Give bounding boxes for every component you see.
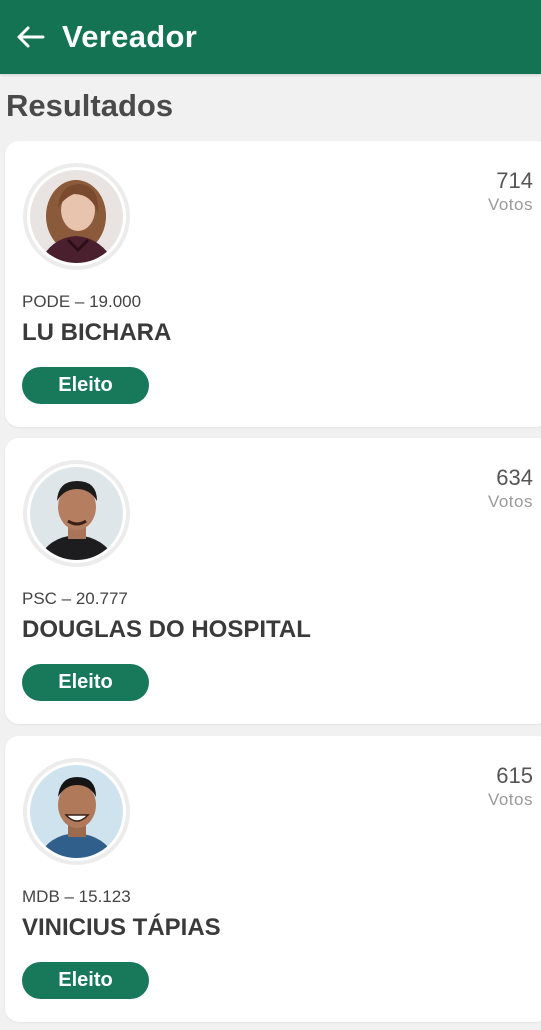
candidate-name: DOUGLAS DO HOSPITAL xyxy=(22,616,311,643)
votes-count: 615 xyxy=(496,763,533,788)
votes-count: 634 xyxy=(496,465,533,490)
status-badge: Eleito xyxy=(22,962,149,999)
candidate-name: LU BICHARA xyxy=(22,319,172,346)
arrow-left-icon xyxy=(17,26,45,48)
votes: 634 Votos xyxy=(488,465,533,513)
candidate-card[interactable]: 615 Votos MDB – 15.123 VINICIUS TÁPIAS E… xyxy=(5,736,541,1022)
candidate-name: VINICIUS TÁPIAS xyxy=(22,914,221,941)
votes: 615 Votos xyxy=(488,763,533,811)
votes-label: Votos xyxy=(487,492,533,511)
section-title: Resultados xyxy=(6,88,174,123)
party-number: PSC – 20.777 xyxy=(22,589,128,608)
votes-label: Votos xyxy=(487,790,533,809)
votes: 714 Votos xyxy=(488,168,533,216)
party-number: MDB – 15.123 xyxy=(22,887,131,906)
party-number: PODE – 19.000 xyxy=(22,292,142,311)
votes-label: Votos xyxy=(487,195,533,214)
candidate-photo xyxy=(30,765,123,858)
page-title: Vereador xyxy=(62,19,198,54)
candidate-card[interactable]: 634 Votos PSC – 20.777 DOUGLAS DO HOSPIT… xyxy=(5,438,541,724)
avatar xyxy=(23,758,130,865)
back-button[interactable] xyxy=(10,17,50,57)
votes-count: 714 xyxy=(496,168,533,193)
candidate-photo xyxy=(30,170,123,263)
avatar xyxy=(23,163,130,270)
candidate-photo xyxy=(30,467,123,560)
avatar xyxy=(23,460,130,567)
status-badge: Eleito xyxy=(22,664,149,701)
candidate-card[interactable]: 714 Votos PODE – 19.000 LU BICHARA Eleit… xyxy=(5,141,541,427)
status-badge: Eleito xyxy=(22,367,149,404)
app-bar: Vereador xyxy=(0,0,541,74)
